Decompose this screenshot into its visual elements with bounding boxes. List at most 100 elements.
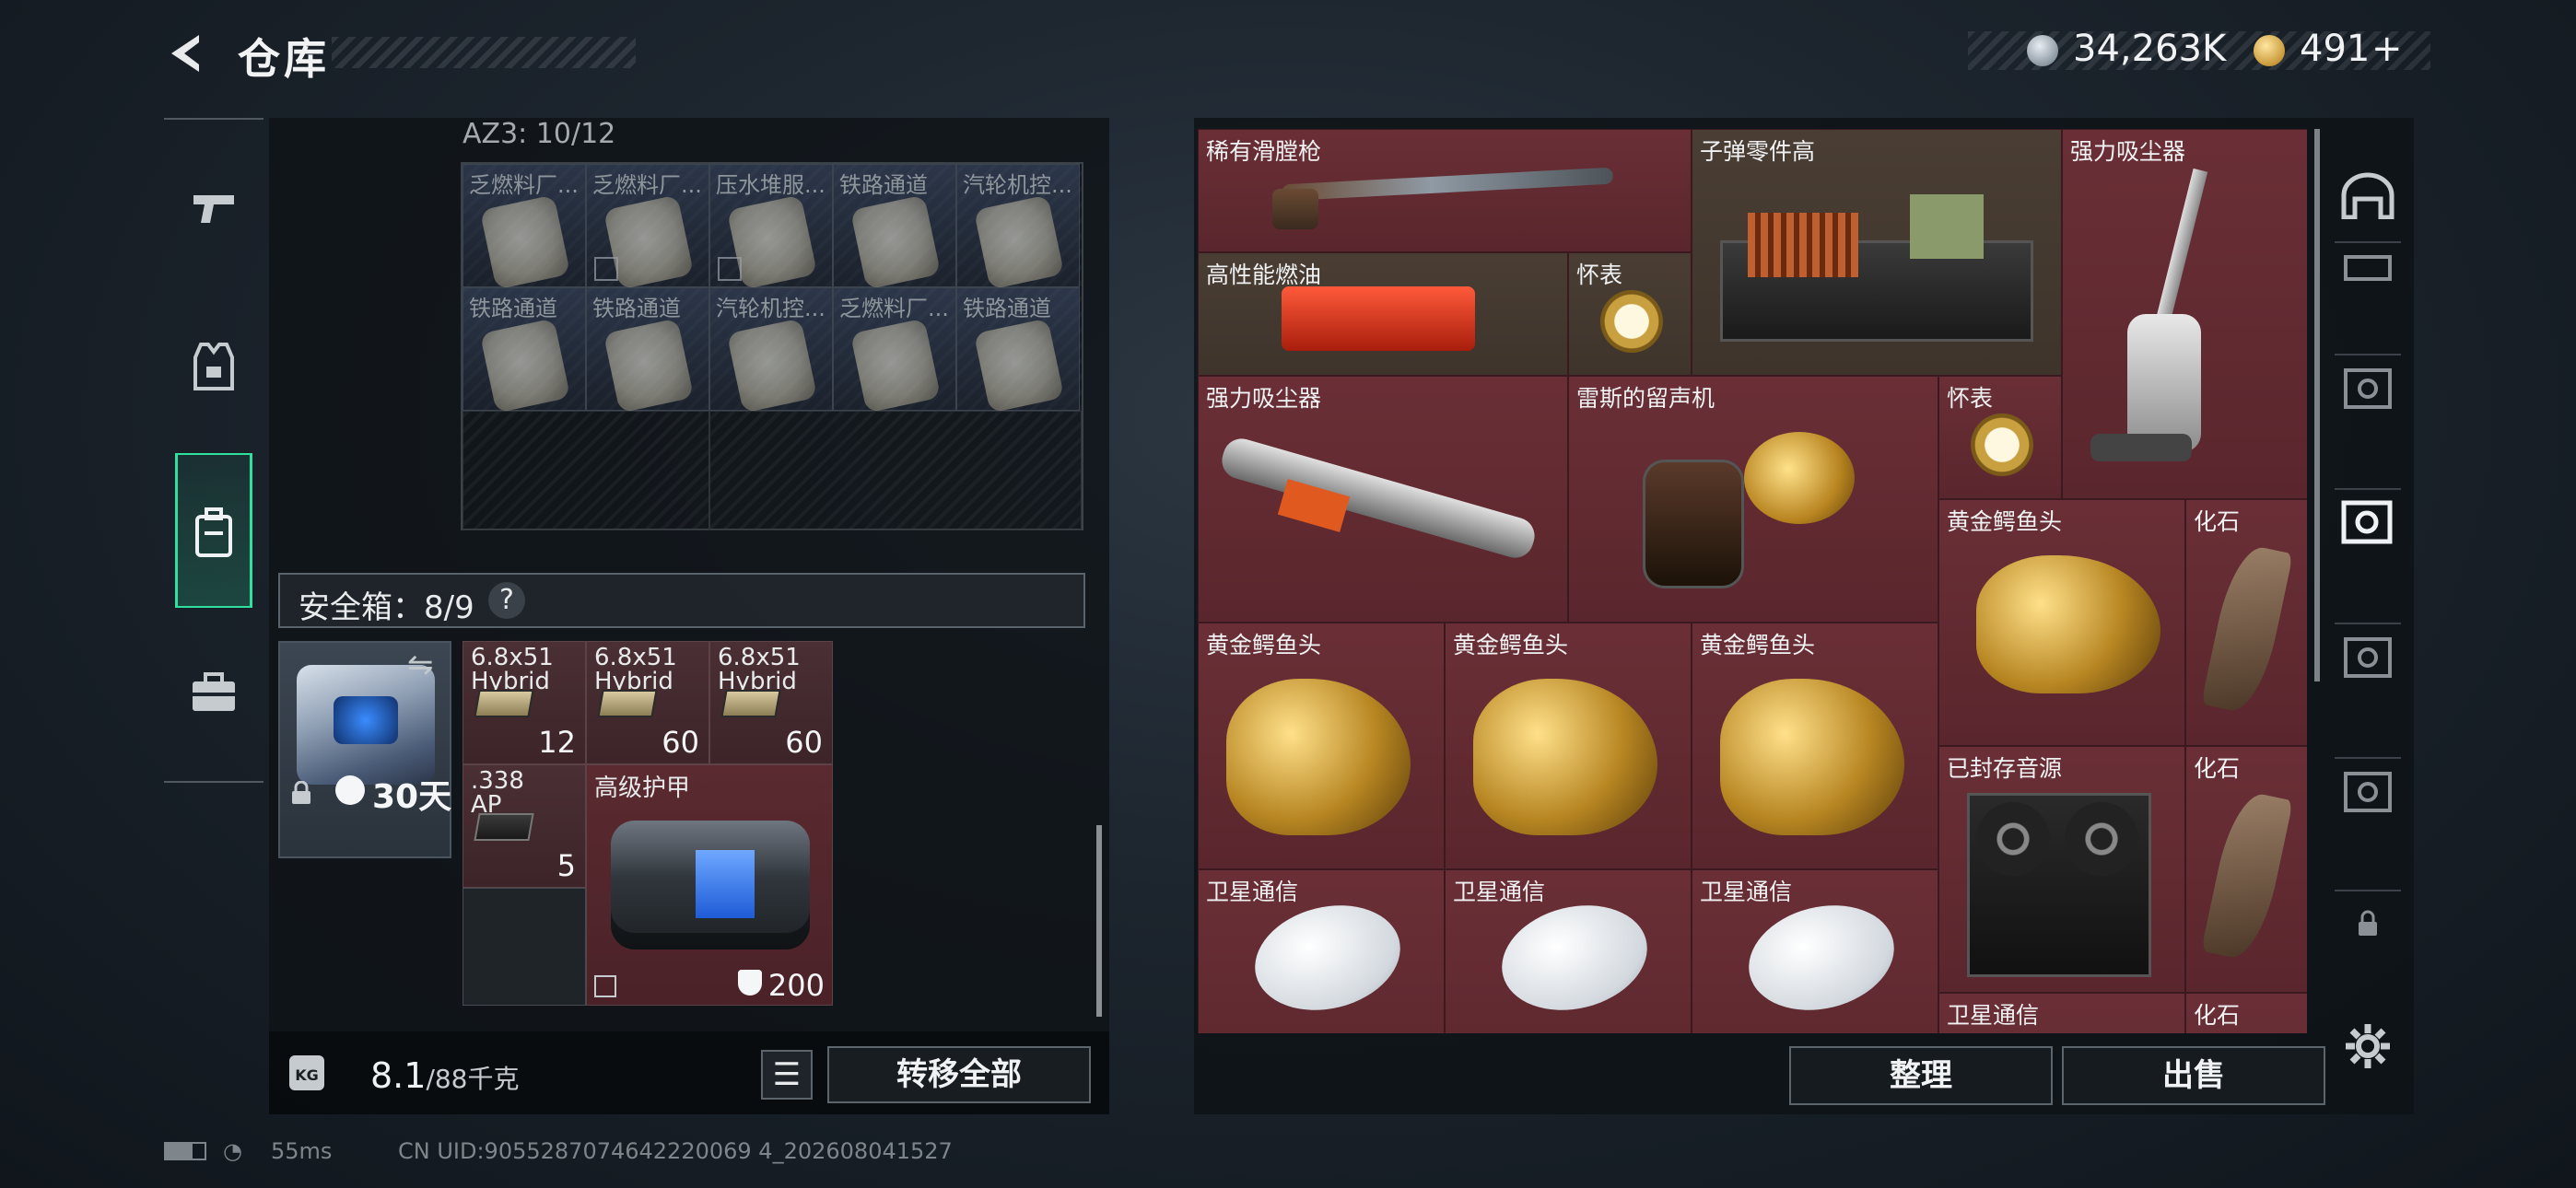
- empty-slot[interactable]: [463, 888, 586, 1006]
- stash-item[interactable]: 子弹零件高: [1692, 129, 2062, 376]
- clock-icon: [335, 775, 365, 805]
- add-gold-button[interactable]: +: [2371, 28, 2403, 70]
- vacuum-image: [1217, 434, 1540, 563]
- container-cell[interactable]: 压水堆服...: [709, 164, 833, 290]
- container-cell[interactable]: 铁路通道: [586, 287, 709, 413]
- back-button[interactable]: [162, 29, 210, 77]
- right-scrollbar[interactable]: [2314, 129, 2320, 681]
- stash-item[interactable]: 怀表: [1938, 376, 2062, 499]
- vacuum-body: [2127, 314, 2201, 452]
- container-cell[interactable]: 铁路通道: [833, 164, 956, 290]
- musket-image: [1281, 167, 1614, 202]
- ping-value: 55ms: [271, 1138, 333, 1164]
- nav-weapons[interactable]: [175, 169, 252, 247]
- fossil-image: [2200, 542, 2294, 716]
- stash-grid: 稀有滑膛枪 子弹零件高 强力吸尘器 高性能燃油 怀表 强力吸尘器 雷斯的留声机 …: [1198, 129, 2307, 1033]
- stash-page-icon: [2344, 637, 2392, 678]
- stash-item[interactable]: 雷斯的留声机: [1568, 376, 1938, 623]
- gold-croc-head-image: [1473, 679, 1657, 835]
- pocket-watch-image: [1971, 413, 2033, 476]
- list-view-button[interactable]: ☰: [761, 1050, 813, 1100]
- gold-croc-head-image: [1720, 679, 1904, 835]
- stash-page-icon: [2344, 368, 2392, 409]
- container-capacity: AZ3: 10/12: [463, 118, 616, 150]
- container-cell[interactable]: 乏燃料厂...: [833, 287, 956, 413]
- organize-button[interactable]: 整理: [1789, 1046, 2053, 1105]
- stash-item[interactable]: 高性能燃油: [1198, 252, 1568, 376]
- stash-item[interactable]: 稀有滑膛枪: [1198, 129, 1692, 252]
- pistol-icon: [193, 195, 234, 223]
- stash-item[interactable]: 黄金鳄鱼头: [1692, 623, 1938, 869]
- tab-stash-6[interactable]: [2335, 623, 2401, 689]
- header-stripe: [332, 37, 636, 68]
- ammo-slot[interactable]: 6.8x51 Hybrid 60: [586, 641, 709, 764]
- swap-icon[interactable]: ⇋: [407, 646, 434, 683]
- stash-item[interactable]: 卫星通信: [1938, 993, 2185, 1033]
- stash-item[interactable]: 卫星通信: [1198, 869, 1445, 1033]
- weight-value: 8.1/88千克: [370, 1055, 520, 1096]
- ammo-box-image: [597, 690, 658, 717]
- container-cell[interactable]: 铁路通道: [956, 287, 1080, 413]
- safe-box-title: 安全箱：8/9: [299, 589, 474, 626]
- fossil-image: [2200, 788, 2294, 963]
- ammo-box-image: [474, 813, 534, 841]
- ammo-box-image: [1910, 194, 1984, 259]
- container-cell[interactable]: 铁路通道: [463, 287, 586, 413]
- stash-item[interactable]: 怀表: [1568, 252, 1692, 376]
- empty-slot[interactable]: [709, 411, 1082, 530]
- stash-item[interactable]: 黄金鳄鱼头: [1445, 623, 1692, 869]
- stash-item[interactable]: 化石: [2185, 499, 2307, 746]
- tape-reel: [2065, 802, 2138, 876]
- stash-item[interactable]: 黄金鳄鱼头: [1198, 623, 1445, 869]
- container-cell[interactable]: 汽轮机控...: [709, 287, 833, 413]
- fuel-rod-item: [726, 318, 818, 413]
- weight-icon: KG: [289, 1055, 324, 1090]
- marked-icon: [594, 257, 618, 281]
- battery-icon: [164, 1142, 206, 1160]
- help-button[interactable]: ?: [488, 582, 525, 619]
- stash-item[interactable]: 化石: [2185, 746, 2307, 993]
- satellite-dish-image: [1244, 891, 1411, 1025]
- ammo-slot[interactable]: 6.8x51 Hybrid 12: [463, 641, 586, 764]
- stash-item[interactable]: 黄金鳄鱼头: [1938, 499, 2185, 746]
- nav-backpack[interactable]: [175, 494, 252, 571]
- tab-stash-4[interactable]: [2335, 354, 2401, 420]
- ammo-slot[interactable]: .338 AP 5: [463, 764, 586, 888]
- fuel-rod-item: [849, 318, 942, 413]
- left-scrollbar[interactable]: [1096, 825, 1102, 1017]
- container-cell[interactable]: 乏燃料厂...: [586, 164, 709, 290]
- tab-locked[interactable]: [2335, 890, 2401, 956]
- settings-gear-icon[interactable]: [2344, 1022, 2392, 1070]
- stash-item[interactable]: 已封存音源: [1938, 746, 2185, 993]
- tape-reel: [1976, 802, 2050, 876]
- stash-item[interactable]: 化石: [2185, 993, 2307, 1033]
- marked-icon: [594, 975, 616, 997]
- tab-stash-7[interactable]: [2335, 757, 2401, 823]
- backpack-icon: [195, 507, 232, 557]
- transfer-all-button[interactable]: 转移全部: [827, 1046, 1091, 1103]
- ammo-count: 60: [785, 725, 823, 760]
- ammo-slot[interactable]: 6.8x51 Hybrid 60: [709, 641, 833, 764]
- nav-gear[interactable]: [175, 328, 252, 405]
- stash-page-icon: [2341, 500, 2393, 544]
- container-cell[interactable]: 乏燃料厂...: [463, 164, 586, 290]
- musket-stock: [1272, 189, 1318, 229]
- tab-stash-all[interactable]: [2335, 162, 2401, 228]
- nav-briefcase[interactable]: [175, 654, 252, 731]
- gold-coin-icon: [2254, 35, 2285, 66]
- armor-slot[interactable]: 高级护甲 200: [586, 764, 833, 1006]
- vest-icon: [193, 343, 234, 390]
- container-cell[interactable]: 汽轮机控...: [956, 164, 1080, 290]
- satellite-dish-image: [1491, 891, 1658, 1025]
- lock-icon: [292, 781, 310, 804]
- sell-button[interactable]: 出售: [2062, 1046, 2325, 1105]
- stash-item[interactable]: 卫星通信: [1445, 869, 1692, 1033]
- tab-stash-5[interactable]: [2335, 488, 2401, 554]
- fuel-rod-item: [479, 318, 571, 413]
- stash-item[interactable]: 强力吸尘器: [1198, 376, 1568, 623]
- stash-item[interactable]: 卫星通信: [1692, 869, 1938, 1033]
- stash-item[interactable]: 强力吸尘器: [2062, 129, 2307, 499]
- armor-name: 高级护甲: [594, 775, 691, 802]
- tab-stash-2[interactable]: [2335, 241, 2401, 291]
- empty-slot[interactable]: [463, 411, 709, 530]
